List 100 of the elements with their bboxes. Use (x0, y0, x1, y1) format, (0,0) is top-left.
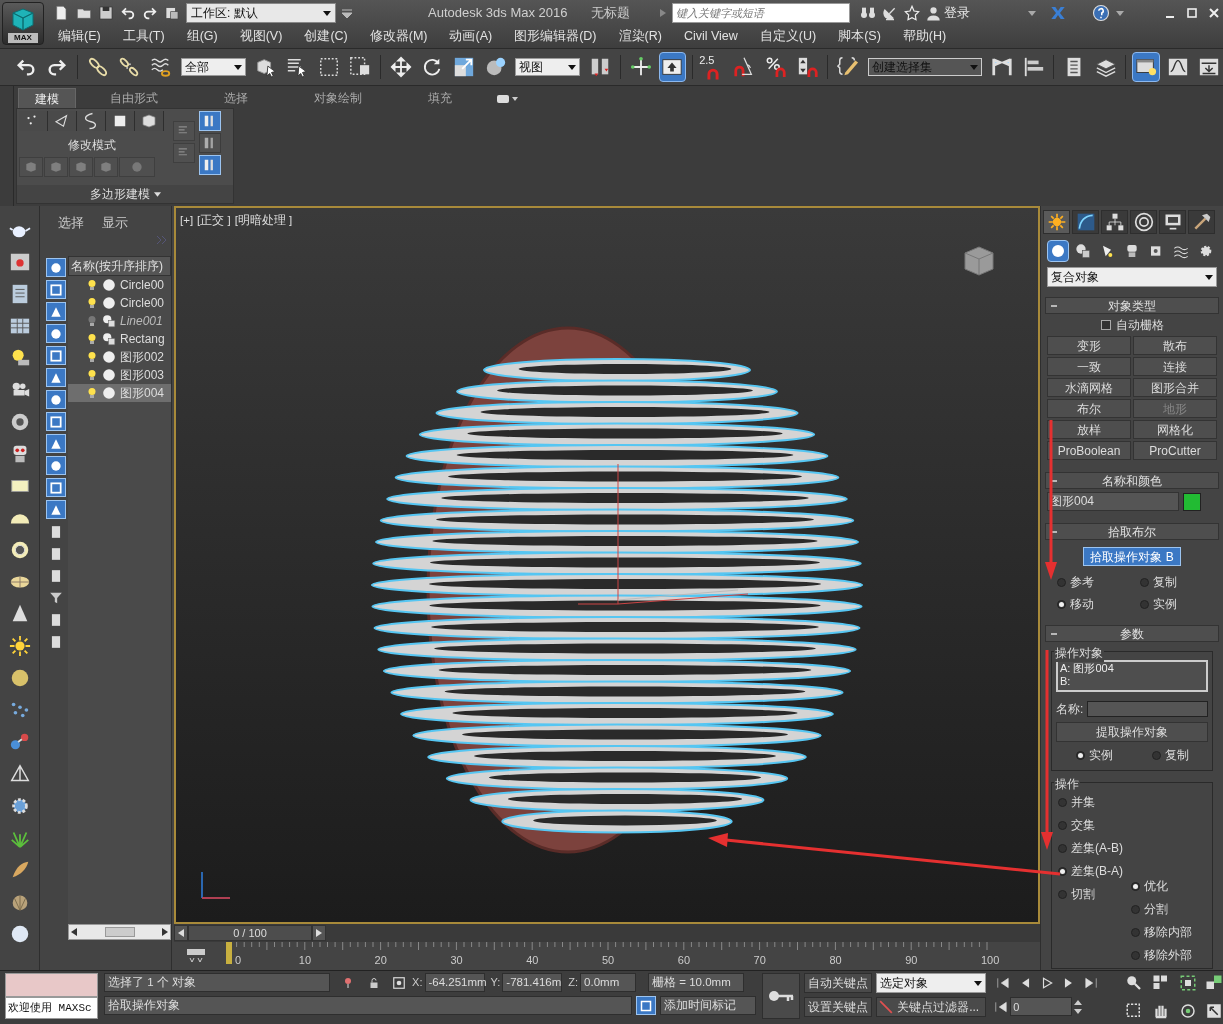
radio-option[interactable]: 移动 (1057, 595, 1140, 613)
object-type-button[interactable]: 一致 (1047, 357, 1131, 376)
radio-option[interactable]: 实例 (1075, 746, 1113, 764)
column-header[interactable]: 名称(按升序排序) (68, 256, 171, 276)
coordinate-field[interactable]: -64.251mm (424, 973, 485, 992)
menu-item[interactable]: 创建(C) (304, 26, 348, 46)
ribbon-tab[interactable]: 自由形式 (94, 88, 174, 108)
object-type-button[interactable]: 散布 (1133, 336, 1217, 355)
object-type-button[interactable]: 放样 (1047, 420, 1131, 439)
set-key-button[interactable]: 设置关键点 (804, 997, 873, 1017)
toolbar-dropdown[interactable]: 视图 (515, 58, 581, 76)
ribbon-tab[interactable]: 填充 (412, 88, 468, 108)
explorer-row[interactable]: 图形002 (68, 348, 171, 366)
key-filters-button[interactable]: 关键点过滤器... (876, 997, 987, 1017)
object-type-button[interactable]: 水滴网格 (1047, 378, 1131, 397)
track-bar[interactable]: 0 10 20 30 40 50 60 70 80 90 100 (224, 942, 1004, 969)
object-type-button[interactable]: 变形 (1047, 336, 1131, 355)
operand-list[interactable]: A: 图形004 B: (1056, 660, 1208, 692)
explorer-row[interactable]: Circle00 (68, 276, 171, 294)
group-title: 操作对象 (1054, 644, 1104, 662)
extract-operand-button[interactable]: 提取操作对象 (1056, 722, 1208, 742)
document-title: 无标题 (591, 4, 631, 23)
menu-item[interactable]: 修改器(M) (369, 26, 428, 46)
radio-option[interactable]: 移除外部 (1131, 946, 1192, 964)
object-type-button[interactable]: ProCutter (1133, 441, 1217, 460)
explorer-row[interactable]: 图形004 (68, 384, 171, 402)
radio-option[interactable]: 切割 (1058, 885, 1123, 903)
coordinate-field[interactable]: -781.416m (502, 973, 563, 992)
auto-key-button[interactable]: 自动关键点 (804, 973, 873, 993)
menu-item[interactable]: 编辑(E) (58, 26, 101, 46)
explorer-row[interactable]: 图形003 (68, 366, 171, 384)
rollout-header[interactable]: 名称和颜色 (1045, 472, 1219, 489)
menu-item[interactable]: 动画(A) (449, 26, 493, 46)
explorer-tab[interactable]: 选择 (58, 213, 84, 233)
ribbon-tab[interactable]: 选择 (208, 88, 264, 108)
explorer-row[interactable]: Circle00 (68, 294, 171, 312)
maxscript-output-field: 欢迎使用 MAXSc (5, 997, 99, 1019)
pick-operand-button[interactable]: 拾取操作对象 B (1083, 547, 1181, 566)
radio-option[interactable]: 移除内部 (1131, 923, 1192, 941)
viewport-label[interactable]: [+] (180, 212, 194, 230)
menu-item[interactable]: 脚本(S) (838, 26, 881, 46)
radio-option[interactable]: 复制 (1151, 746, 1189, 764)
time-tag-field[interactable]: 添加时间标记 (660, 996, 757, 1015)
checkbox-option[interactable]: 自动栅格 (1041, 317, 1223, 333)
key-mode-dropdown[interactable]: 选定对象 (876, 973, 987, 993)
coordinate-field[interactable]: 0.0mm (580, 973, 637, 992)
ribbon-tab[interactable]: 对象绘制 (298, 88, 378, 108)
radio-option[interactable]: 优化 (1131, 877, 1192, 895)
radio-option[interactable]: 参考 (1057, 573, 1140, 591)
prompt-field[interactable]: 拾取操作对象 (104, 996, 633, 1015)
rollout-header[interactable]: 对象类型 (1045, 297, 1219, 314)
selection-status-field[interactable]: 选择了 1 个 对象 (104, 973, 331, 992)
frame-field[interactable]: 0 (1010, 997, 1073, 1016)
explorer-tab[interactable]: 显示 (102, 213, 128, 233)
window-title: Autodesk 3ds Max 2016 (428, 4, 568, 23)
viewport-label[interactable]: [明暗处理 ] (234, 212, 293, 230)
snap-toggle-button[interactable]: 2.5 (699, 52, 727, 82)
radio-option[interactable]: 实例 (1140, 595, 1223, 613)
menu-item[interactable]: 组(G) (186, 26, 218, 46)
object-type-button[interactable]: 图形合并 (1133, 378, 1217, 397)
radio-option[interactable]: 分割 (1131, 900, 1192, 918)
category-dropdown[interactable]: 复合对象 (1047, 267, 1217, 287)
viewport-label[interactable]: [正交 ] (197, 212, 231, 230)
list-item[interactable]: A: 图形004 (1060, 662, 1204, 675)
object-name: Circle00 (120, 277, 164, 294)
radio-option[interactable]: 差集(A-B) (1058, 839, 1123, 857)
object-list[interactable]: Circle00 Circle00 Line001 Rectang 图形002 图形003 图形004 (68, 276, 171, 924)
ruler-label: 40 (526, 953, 539, 968)
radio-option[interactable]: 复制 (1140, 573, 1223, 591)
application-button[interactable]: MAX (2, 2, 44, 45)
rollout-header[interactable]: 拾取布尔 (1045, 523, 1219, 540)
radio-option[interactable]: 差集(B-A) (1058, 862, 1123, 880)
viewport[interactable]: [+] [正交 ] [明暗处理 ] (174, 206, 1040, 924)
radio-option[interactable]: 交集 (1058, 816, 1123, 834)
field-label: Y: (490, 975, 501, 991)
menu-item[interactable]: 帮助(H) (902, 26, 947, 46)
search-field[interactable]: 键入关键字或短语 (672, 3, 851, 23)
explorer-row[interactable]: Line001 (68, 312, 171, 330)
panel-footer-dropdown[interactable]: 多边形建模 (17, 185, 233, 203)
object-type-button[interactable]: 连接 (1133, 357, 1217, 376)
rollout-header[interactable]: 参数 (1045, 625, 1219, 642)
workspace-dropdown[interactable]: 工作区: 默认 (186, 3, 336, 23)
object-type-button[interactable]: 网格化 (1133, 420, 1217, 439)
menu-item[interactable]: 视图(V) (239, 26, 283, 46)
menu-item[interactable]: 工具(T) (122, 26, 165, 46)
toolbar-dropdown[interactable]: 全部 (180, 58, 246, 76)
grid-size-field[interactable]: 栅格 = 10.0mm (648, 973, 745, 992)
menu-item[interactable]: 自定义(U) (759, 26, 817, 46)
list-item[interactable]: B: (1060, 675, 1204, 688)
ribbon-tab[interactable]: 建模 (18, 88, 76, 108)
sign-in-button[interactable]: 登录 (926, 3, 971, 23)
object-type-button[interactable]: 布尔 (1047, 399, 1131, 418)
frame-counter[interactable]: 0 / 100 (188, 925, 312, 941)
checkbox-label: 自动栅格 (1115, 317, 1164, 334)
menu-item[interactable]: 渲染(R) (618, 26, 662, 46)
menu-item[interactable]: 图形编辑器(D) (514, 26, 597, 46)
radio-option[interactable]: 并集 (1058, 793, 1123, 811)
explorer-row[interactable]: Rectang (68, 330, 171, 348)
menu-item[interactable]: Civil View (683, 26, 738, 46)
object-type-button[interactable]: ProBoolean (1047, 441, 1131, 460)
